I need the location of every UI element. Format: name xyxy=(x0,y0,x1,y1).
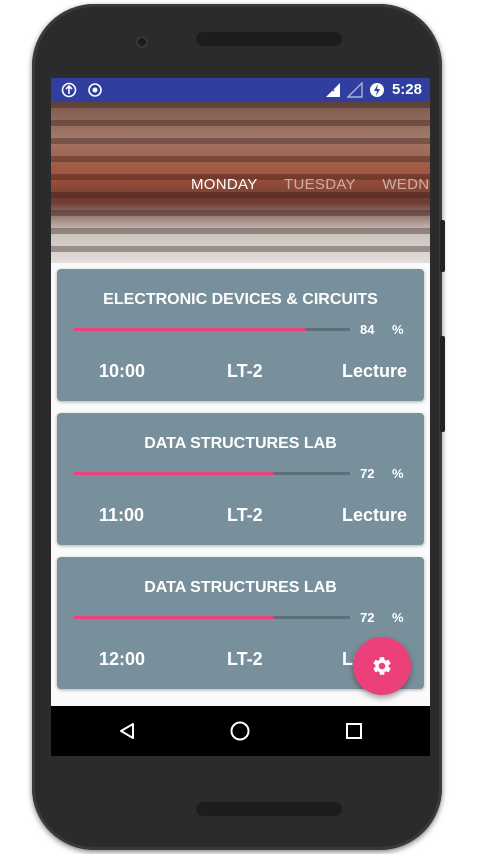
attendance-progress-fill xyxy=(74,472,273,475)
clock: 5:28 xyxy=(391,81,422,98)
day-tabs: MONDAY TUESDAY WEDN xyxy=(191,176,430,193)
volume-button xyxy=(440,220,445,272)
percent-sign: % xyxy=(392,610,404,625)
class-time: 11:00 xyxy=(99,505,145,525)
tab-monday[interactable]: MONDAY xyxy=(191,176,258,193)
class-time: 10:00 xyxy=(99,361,146,381)
class-type: Lecture xyxy=(342,361,408,381)
battery-charging-icon xyxy=(370,83,384,97)
class-card[interactable]: ELECTRONIC DEVICES & CIRCUITS 84 % 10:00… xyxy=(57,269,424,401)
recents-icon xyxy=(346,723,362,739)
record-notification-icon xyxy=(88,83,102,97)
power-button xyxy=(440,336,445,432)
class-room: LT-2 xyxy=(227,505,263,525)
tab-tuesday[interactable]: TUESDAY xyxy=(284,176,356,193)
class-room: LT-2 xyxy=(227,361,263,381)
class-type: Lecture xyxy=(342,505,408,525)
class-card[interactable]: DATA STRUCTURES LAB 72 % 11:00 LT-2 Lect… xyxy=(57,413,424,545)
settings-fab[interactable] xyxy=(353,637,411,695)
attendance-progress xyxy=(74,328,350,331)
attendance-progress xyxy=(74,472,350,475)
status-bar: 5:28 xyxy=(51,78,430,102)
screen: 5:28 MONDAY TUESDAY WEDN ELECTRONIC DEVI… xyxy=(51,78,430,756)
subject-title: ELECTRONIC DEVICES & CIRCUITS xyxy=(103,291,378,308)
back-icon xyxy=(120,723,134,739)
attendance-progress-fill xyxy=(74,328,306,331)
subject-title: DATA STRUCTURES LAB xyxy=(144,579,337,596)
navigation-bar xyxy=(51,706,430,756)
gear-icon xyxy=(373,657,391,675)
class-time: 12:00 xyxy=(99,649,146,669)
home-button[interactable] xyxy=(225,716,255,746)
percent-sign: % xyxy=(392,466,404,481)
schedule-list: ELECTRONIC DEVICES & CIRCUITS 84 % 10:00… xyxy=(51,263,430,699)
class-room: LT-2 xyxy=(227,649,263,669)
bottom-speaker xyxy=(196,802,342,816)
top-speaker xyxy=(196,32,342,46)
signal-icon xyxy=(326,83,340,97)
home-icon xyxy=(230,721,250,741)
back-button[interactable] xyxy=(112,716,142,746)
header-image: MONDAY TUESDAY WEDN xyxy=(51,102,430,263)
percent-sign: % xyxy=(392,322,404,337)
upload-notification-icon xyxy=(61,82,77,98)
subject-title: DATA STRUCTURES LAB xyxy=(144,435,337,452)
attendance-progress-fill xyxy=(74,616,273,619)
attendance-progress xyxy=(74,616,350,619)
attendance-percent: 72 xyxy=(360,610,375,625)
front-camera xyxy=(136,36,148,48)
recents-button[interactable] xyxy=(339,716,369,746)
attendance-percent: 72 xyxy=(360,466,375,481)
attendance-percent: 84 xyxy=(360,322,375,337)
no-signal-icon xyxy=(347,82,363,98)
tab-wednesday[interactable]: WEDN xyxy=(382,176,429,193)
